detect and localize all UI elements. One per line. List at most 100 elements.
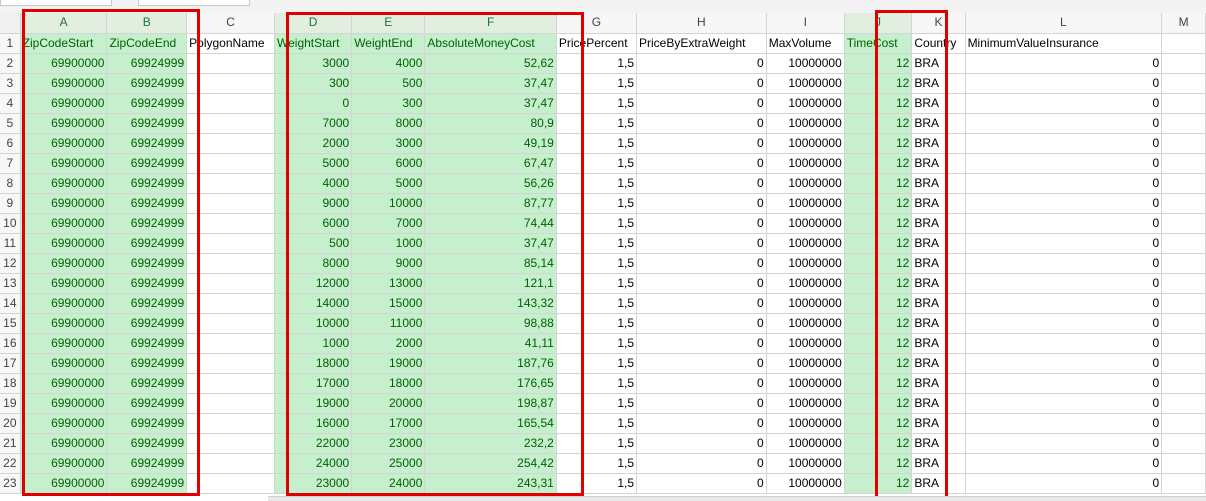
data-cell[interactable]: 10000000 (766, 313, 845, 334)
data-cell[interactable]: 7000 (274, 113, 353, 134)
row-header[interactable]: 1 (0, 33, 21, 54)
data-cell[interactable]: 19000 (351, 353, 426, 374)
data-cell[interactable]: 2000 (351, 333, 426, 354)
data-cell[interactable]: 10000000 (766, 173, 845, 194)
data-cell[interactable]: 10000000 (766, 213, 845, 234)
row-header[interactable]: 18 (0, 373, 21, 394)
data-cell[interactable]: BRA (911, 313, 966, 334)
data-cell[interactable]: 1,5 (556, 133, 638, 154)
data-cell[interactable]: 69924999 (106, 373, 188, 394)
data-cell[interactable]: 10000000 (766, 113, 845, 134)
data-cell[interactable]: 4000 (274, 173, 353, 194)
data-cell[interactable]: 1,5 (556, 73, 638, 94)
row-header[interactable]: 6 (0, 133, 21, 154)
data-cell[interactable]: 12 (844, 333, 913, 354)
header-cell[interactable] (1161, 33, 1206, 54)
data-cell[interactable]: 1,5 (556, 173, 638, 194)
data-cell[interactable] (186, 213, 275, 234)
data-cell[interactable]: 12 (844, 373, 913, 394)
data-cell[interactable]: 232,2 (424, 433, 557, 454)
data-cell[interactable] (1161, 373, 1206, 394)
data-cell[interactable]: 12 (844, 233, 913, 254)
data-cell[interactable]: 17000 (351, 413, 426, 434)
data-cell[interactable]: 56,26 (424, 173, 557, 194)
data-cell[interactable] (1161, 133, 1206, 154)
data-cell[interactable]: 3000 (351, 133, 426, 154)
data-cell[interactable]: 12 (844, 193, 913, 214)
data-cell[interactable]: BRA (911, 233, 966, 254)
column-header-h[interactable]: H (636, 13, 767, 34)
data-cell[interactable]: 12 (844, 353, 913, 374)
data-cell[interactable] (186, 333, 275, 354)
data-cell[interactable]: 0 (965, 193, 1163, 214)
column-header-l[interactable]: L (965, 13, 1163, 34)
data-cell[interactable]: 12 (844, 433, 913, 454)
data-cell[interactable]: 74,44 (424, 213, 557, 234)
column-header-c[interactable]: C (186, 13, 275, 34)
data-cell[interactable]: 10000000 (766, 53, 845, 74)
data-cell[interactable] (186, 453, 275, 474)
data-cell[interactable]: 69900000 (20, 413, 108, 434)
data-cell[interactable]: 16000 (274, 413, 353, 434)
data-cell[interactable]: 1,5 (556, 453, 638, 474)
data-cell[interactable]: 69900000 (20, 233, 108, 254)
data-cell[interactable]: 0 (636, 93, 767, 114)
row-header[interactable]: 4 (0, 93, 21, 114)
data-cell[interactable]: 69900000 (20, 73, 108, 94)
data-cell[interactable]: BRA (911, 373, 966, 394)
data-cell[interactable]: 0 (636, 53, 767, 74)
data-cell[interactable]: 0 (965, 433, 1163, 454)
column-header-i[interactable]: I (766, 13, 845, 34)
row-header[interactable]: 2 (0, 53, 21, 74)
data-cell[interactable]: 24000 (274, 453, 353, 474)
data-cell[interactable]: 0 (965, 373, 1163, 394)
data-cell[interactable]: 500 (351, 73, 426, 94)
data-cell[interactable]: BRA (911, 253, 966, 274)
data-cell[interactable]: 0 (636, 433, 767, 454)
data-cell[interactable]: 12 (844, 213, 913, 234)
data-cell[interactable]: 9000 (274, 193, 353, 214)
data-cell[interactable] (186, 393, 275, 414)
data-cell[interactable] (186, 273, 275, 294)
data-cell[interactable]: 0 (965, 173, 1163, 194)
data-cell[interactable]: 12 (844, 473, 913, 494)
data-cell[interactable] (1161, 73, 1206, 94)
data-cell[interactable]: 12 (844, 253, 913, 274)
data-cell[interactable]: 10000000 (766, 73, 845, 94)
data-cell[interactable]: 1,5 (556, 293, 638, 314)
data-cell[interactable]: 0 (965, 353, 1163, 374)
data-cell[interactable]: 69900000 (20, 173, 108, 194)
data-cell[interactable] (1161, 173, 1206, 194)
data-cell[interactable]: 143,32 (424, 293, 557, 314)
header-cell[interactable]: WeightEnd (351, 33, 426, 54)
data-cell[interactable]: 41,11 (424, 333, 557, 354)
row-header[interactable]: 11 (0, 233, 21, 254)
data-cell[interactable]: 0 (965, 133, 1163, 154)
data-cell[interactable]: 69924999 (106, 93, 188, 114)
data-cell[interactable]: 12 (844, 273, 913, 294)
data-cell[interactable]: 0 (636, 373, 767, 394)
data-cell[interactable]: BRA (911, 53, 966, 74)
data-cell[interactable]: 12 (844, 133, 913, 154)
data-cell[interactable]: 0 (965, 273, 1163, 294)
data-cell[interactable]: 69924999 (106, 293, 188, 314)
data-cell[interactable]: 69924999 (106, 133, 188, 154)
data-cell[interactable]: 0 (965, 113, 1163, 134)
data-cell[interactable]: 69900000 (20, 293, 108, 314)
data-cell[interactable]: 3000 (274, 53, 353, 74)
data-cell[interactable]: 69924999 (106, 413, 188, 434)
data-cell[interactable]: 69900000 (20, 393, 108, 414)
data-cell[interactable]: 1,5 (556, 373, 638, 394)
data-cell[interactable]: 69900000 (20, 433, 108, 454)
data-cell[interactable] (186, 253, 275, 274)
data-cell[interactable]: 12 (844, 173, 913, 194)
column-header-m[interactable]: M (1161, 13, 1206, 34)
data-cell[interactable]: 23000 (274, 473, 353, 494)
data-cell[interactable] (186, 153, 275, 174)
data-cell[interactable]: 10000000 (766, 193, 845, 214)
data-cell[interactable] (186, 373, 275, 394)
data-cell[interactable]: 0 (636, 333, 767, 354)
column-header-a[interactable]: A (20, 13, 108, 34)
data-cell[interactable]: 69924999 (106, 73, 188, 94)
data-cell[interactable]: 10000000 (766, 473, 845, 494)
